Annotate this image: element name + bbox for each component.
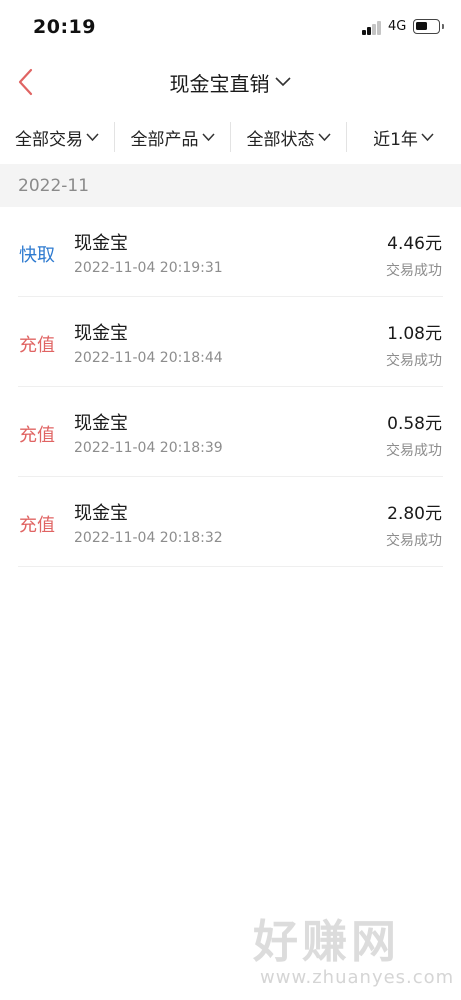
- transaction-type: 充值: [19, 335, 55, 356]
- filter-label: 全部交易: [15, 129, 83, 150]
- network-type: 4G: [388, 19, 407, 34]
- row-divider: [18, 566, 443, 567]
- filter-label: 近1年: [373, 129, 418, 150]
- month-header: 2022-11: [0, 164, 461, 207]
- product-name: 现金宝: [74, 323, 128, 344]
- transaction-type: 充值: [19, 425, 55, 446]
- transaction-status: 交易成功: [386, 443, 442, 459]
- filter-transaction-type[interactable]: 全部交易: [0, 117, 115, 157]
- chevron-down-icon: [421, 133, 434, 142]
- transaction-amount: 0.58元: [387, 414, 442, 434]
- filter-product[interactable]: 全部产品: [115, 117, 231, 157]
- filter-status[interactable]: 全部状态: [231, 117, 347, 157]
- nav-bar: 现金宝直销: [0, 56, 461, 108]
- watermark-url: www.zhuanyes.com: [260, 967, 455, 988]
- chevron-down-icon: [317, 133, 331, 142]
- status-bar: 20:19 4G: [0, 0, 461, 56]
- transaction-datetime: 2022-11-04 20:18:32: [74, 530, 223, 546]
- watermark-logo: 好赚网: [253, 915, 401, 968]
- transaction-datetime: 2022-11-04 20:18:44: [74, 350, 223, 366]
- chevron-down-icon: [201, 133, 215, 142]
- filter-label: 全部产品: [130, 129, 199, 150]
- chevron-down-icon: [274, 77, 291, 87]
- transaction-status: 交易成功: [386, 263, 442, 279]
- chevron-left-icon: [18, 68, 33, 96]
- transaction-status: 交易成功: [386, 353, 442, 369]
- page-title: 现金宝直销: [169, 71, 270, 96]
- status-time: 20:19: [33, 16, 96, 38]
- transaction-row[interactable]: 充值 现金宝 2022-11-04 20:18:39 0.58元 交易成功: [0, 387, 461, 477]
- transaction-row[interactable]: 充值 现金宝 2022-11-04 20:18:44 1.08元 交易成功: [0, 297, 461, 387]
- filter-period[interactable]: 近1年: [347, 117, 461, 157]
- transaction-datetime: 2022-11-04 20:18:39: [74, 440, 223, 456]
- product-name: 现金宝: [74, 233, 128, 254]
- transaction-datetime: 2022-11-04 20:19:31: [74, 260, 223, 276]
- transaction-amount: 1.08元: [387, 324, 442, 344]
- battery-icon: [413, 19, 440, 34]
- filter-bar: 全部交易 全部产品 全部状态 近1年: [0, 117, 461, 157]
- transaction-list: 快取 现金宝 2022-11-04 20:19:31 4.46元 交易成功 充值…: [0, 207, 461, 567]
- product-name: 现金宝: [74, 413, 128, 434]
- transaction-amount: 4.46元: [387, 234, 442, 254]
- transaction-type: 快取: [19, 245, 55, 266]
- back-button[interactable]: [10, 62, 50, 102]
- product-name: 现金宝: [74, 503, 128, 524]
- battery-cap: [442, 24, 444, 29]
- chevron-down-icon: [86, 133, 99, 142]
- transaction-amount: 2.80元: [387, 504, 442, 524]
- signal-icon: [362, 21, 382, 35]
- transaction-row[interactable]: 充值 现金宝 2022-11-04 20:18:32 2.80元 交易成功: [0, 477, 461, 567]
- watermark: 好赚网 www.zhuanyes.com: [250, 915, 453, 989]
- transaction-row[interactable]: 快取 现金宝 2022-11-04 20:19:31 4.46元 交易成功: [0, 207, 461, 297]
- transaction-status: 交易成功: [386, 533, 442, 549]
- title-dropdown[interactable]: 现金宝直销: [0, 56, 461, 108]
- transaction-type: 充值: [19, 515, 55, 536]
- filter-label: 全部状态: [246, 129, 315, 150]
